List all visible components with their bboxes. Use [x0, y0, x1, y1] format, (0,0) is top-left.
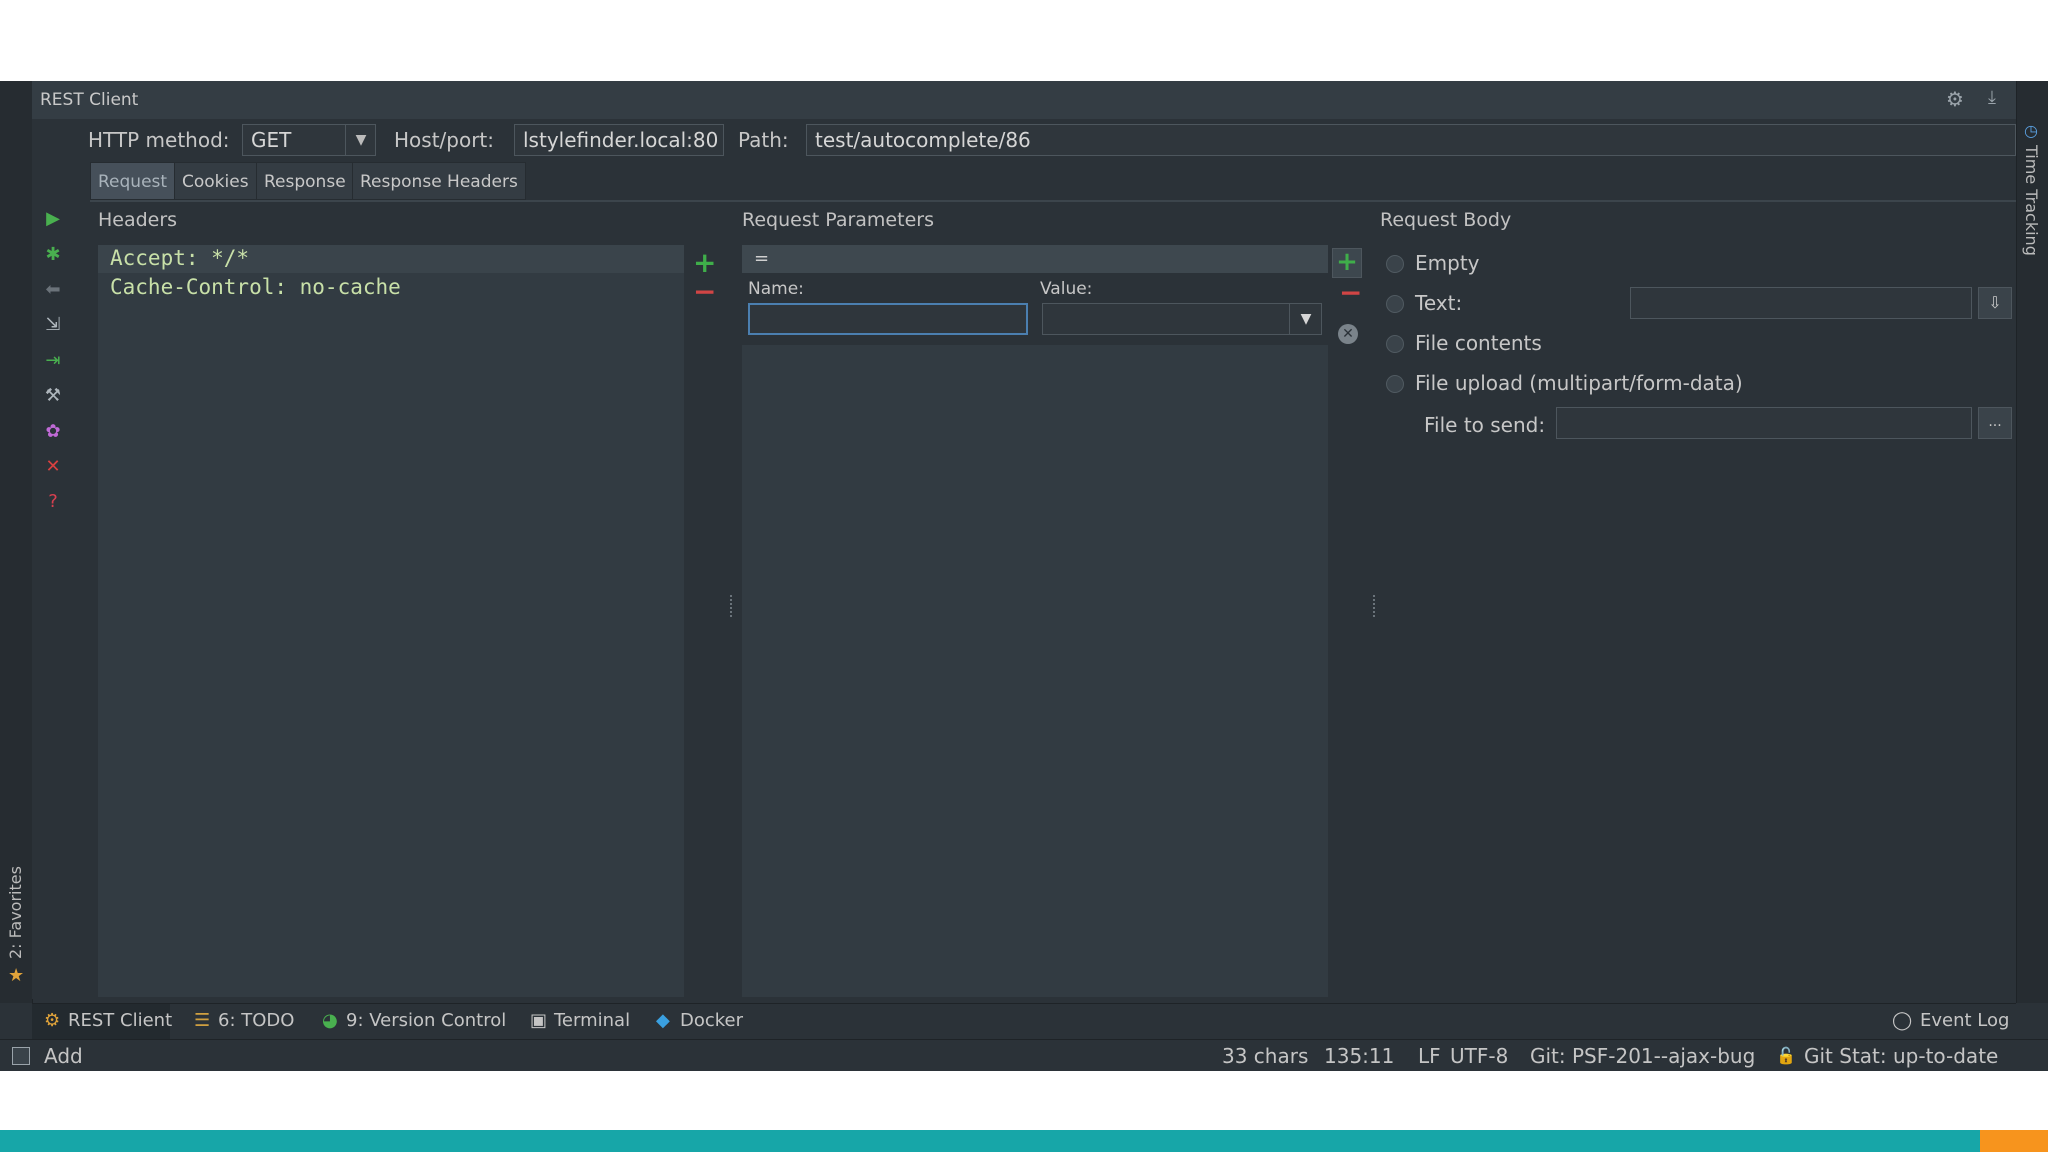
tab-cookies[interactable]: Cookies	[174, 162, 257, 200]
status-position[interactable]: 135:11	[1324, 1044, 1394, 1068]
parameter-row-text: =	[754, 248, 770, 269]
headers-title: Headers	[98, 209, 178, 231]
status-chars: 33 chars	[1222, 1044, 1309, 1068]
parameters-list[interactable]: =	[742, 245, 1328, 997]
tool-window-titlebar: REST Client ⚙ ⤓	[32, 81, 2016, 119]
bottom-band-accent	[1980, 1130, 2048, 1152]
tools-icon[interactable]: ⚒	[42, 385, 64, 407]
clear-value-icon[interactable]: ✕	[1338, 324, 1358, 344]
back-icon[interactable]: ⬅	[42, 279, 64, 301]
import-icon[interactable]: ⇥	[42, 350, 64, 372]
radio-file-contents-label: File contents	[1415, 331, 1542, 355]
debug-icon[interactable]: ✱	[42, 244, 64, 266]
status-bar: Add 33 chars 135:11 LF UTF-8 Git: PSF-20…	[0, 1039, 2048, 1071]
tool-window-rest-client-label: REST Client	[68, 1010, 173, 1031]
name-label: Name:	[748, 279, 804, 299]
parameter-edit-area: Name: Value: ▼	[742, 273, 1328, 345]
request-body-title: Request Body	[1380, 209, 1512, 231]
close-icon[interactable]: ✕	[42, 456, 64, 478]
version-control-icon: ◕	[322, 1010, 338, 1031]
lock-icon[interactable]: 🔓	[1776, 1046, 1796, 1065]
path-label: Path:	[738, 128, 789, 152]
header-line: Accept: */*	[110, 246, 250, 270]
file-to-send-input[interactable]	[1556, 407, 1972, 439]
bottom-band	[0, 1130, 2048, 1152]
tab-response-headers[interactable]: Response Headers	[352, 162, 526, 200]
radio-empty-label: Empty	[1415, 251, 1480, 275]
chevron-down-icon: ▼	[345, 125, 375, 155]
host-port-input[interactable]: lstylefinder.local:80	[514, 124, 724, 156]
radio-file-contents[interactable]	[1386, 335, 1404, 353]
add-parameter-button[interactable]: +	[1332, 248, 1362, 278]
browse-file-label: ...	[1988, 414, 2002, 430]
status-encoding[interactable]: UTF-8	[1450, 1044, 1508, 1068]
toggle-panel-icon[interactable]	[12, 1047, 30, 1065]
radio-text[interactable]	[1386, 295, 1404, 313]
event-log-button[interactable]: Event Log	[1920, 1010, 2009, 1031]
browse-file-button[interactable]: ...	[1978, 407, 2012, 439]
hide-icon[interactable]: ⤓	[1988, 87, 1996, 108]
splitter-handle[interactable]	[1373, 595, 1379, 617]
parameter-name-input[interactable]	[748, 303, 1028, 335]
tool-window-docker[interactable]: Docker	[680, 1010, 743, 1031]
host-port-label: Host/port:	[394, 128, 495, 152]
tab-response[interactable]: Response	[256, 162, 354, 200]
favorites-label: 2: Favorites	[6, 866, 25, 959]
time-tracking-label: Time Tracking	[2022, 145, 2041, 256]
export-icon[interactable]: ⇲	[42, 314, 64, 336]
http-method-value: GET	[251, 128, 292, 152]
request-parameters-title: Request Parameters	[742, 209, 934, 231]
favorites-tab[interactable]: 2: Favorites	[6, 866, 25, 959]
terminal-icon: ▣	[530, 1010, 548, 1031]
body-text-import-button[interactable]: ⇩	[1978, 287, 2012, 319]
add-header-icon[interactable]: +	[693, 249, 716, 277]
settings-gear-icon[interactable]: ⚙	[1946, 87, 1964, 111]
clock-icon: ◷	[2024, 121, 2038, 140]
status-add: Add	[44, 1044, 83, 1068]
file-to-send-label: File to send:	[1424, 413, 1546, 437]
radio-empty[interactable]	[1386, 255, 1404, 273]
chevron-down-icon: ▼	[1289, 304, 1321, 334]
event-log-icon: ◯	[1892, 1010, 1913, 1031]
http-method-select[interactable]: GET ▼	[242, 124, 376, 156]
splitter-handle[interactable]	[730, 595, 736, 617]
status-line-separator[interactable]: LF	[1418, 1044, 1441, 1068]
radio-file-upload[interactable]	[1386, 375, 1404, 393]
status-git-stat[interactable]: Git Stat: up-to-date	[1804, 1044, 1998, 1068]
path-input[interactable]: test/autocomplete/86	[806, 124, 2016, 156]
tool-window-bar: ⚙ REST Client ☰ 6: TODO ◕ 9: Version Con…	[32, 1003, 2016, 1040]
tab-underline	[90, 200, 2016, 202]
left-tool-strip: 2: Favorites ★	[0, 81, 33, 1003]
docker-icon: ◆	[656, 1010, 670, 1031]
radio-text-label: Text:	[1415, 291, 1463, 315]
star-icon: ★	[8, 965, 25, 986]
import-file-icon: ⇩	[1988, 293, 2002, 312]
remove-header-icon[interactable]: −	[693, 278, 716, 306]
header-line: Cache-Control: no-cache	[110, 275, 401, 299]
rest-actions-column: ▶ ✱ ⬅ ⇲ ⇥ ⚒ ✿ ✕ ?	[32, 119, 72, 999]
ide-window: 2: Favorites ★ REST Client ⚙ ⤓ ▶ ✱ ⬅ ⇲ ⇥…	[0, 81, 2048, 1071]
window-title: REST Client	[40, 90, 139, 110]
run-icon[interactable]: ▶	[42, 208, 64, 230]
status-git-branch[interactable]: Git: PSF-201--ajax-bug	[1530, 1044, 1755, 1068]
rest-client-icon: ⚙	[44, 1010, 61, 1031]
tool-window-version-control[interactable]: 9: Version Control	[346, 1010, 506, 1031]
settings-icon[interactable]: ✿	[42, 421, 64, 443]
parameter-value-select[interactable]: ▼	[1042, 303, 1322, 335]
time-tracking-tab[interactable]: Time Tracking	[2022, 145, 2041, 256]
help-icon[interactable]: ?	[42, 491, 64, 513]
headers-editor[interactable]: Accept: */* Cache-Control: no-cache	[98, 245, 684, 997]
todo-icon: ☰	[194, 1010, 211, 1031]
radio-file-upload-label: File upload (multipart/form-data)	[1415, 371, 1743, 395]
value-label: Value:	[1040, 279, 1093, 299]
tool-window-terminal[interactable]: Terminal	[554, 1010, 630, 1031]
body-text-input[interactable]	[1630, 287, 1972, 319]
parameter-row[interactable]	[742, 245, 1328, 273]
plus-icon: +	[1336, 247, 1358, 277]
remove-parameter-icon[interactable]: −	[1339, 279, 1362, 307]
tool-window-todo[interactable]: 6: TODO	[218, 1010, 294, 1031]
http-method-label: HTTP method:	[88, 128, 230, 152]
right-tool-strip: ◷ Time Tracking	[2016, 81, 2048, 1003]
tab-request[interactable]: Request	[90, 162, 176, 200]
